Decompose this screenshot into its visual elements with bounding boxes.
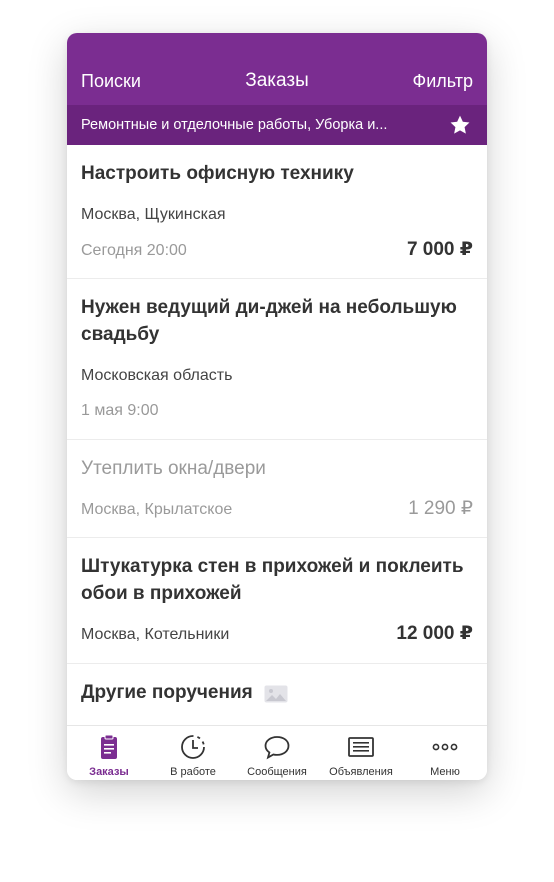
order-title: Нужен ведущий ди-джей на небольшую свадь… bbox=[81, 297, 457, 345]
order-item[interactable]: Штукатурка стен в прихожей и поклеить об… bbox=[67, 538, 487, 664]
order-location: Москва, Щукинская bbox=[81, 206, 226, 223]
app-window: Поиски Заказы Фильтр Ремонтные и отделоч… bbox=[67, 33, 487, 780]
filter-bar[interactable]: Ремонтные и отделочные работы, Уборка и.… bbox=[67, 105, 487, 145]
tab-orders[interactable]: Заказы bbox=[67, 726, 151, 780]
order-title: Утеплить окна/двери bbox=[81, 458, 266, 479]
tab-in-progress[interactable]: В работе bbox=[151, 726, 235, 780]
order-location: Москва, Крылатское bbox=[81, 501, 233, 518]
order-price: 7 000 ₽ bbox=[406, 239, 473, 260]
order-item[interactable]: Утеплить окна/двери Москва, Крылатское 1… bbox=[67, 440, 487, 538]
tab-label: Заказы bbox=[89, 766, 129, 778]
order-location: Москва, Котельники bbox=[81, 626, 230, 643]
tab-bar: Заказы В работе Сообщения Объявления Мен… bbox=[67, 725, 487, 780]
order-title: Штукатурка стен в прихожей и поклеить об… bbox=[81, 556, 464, 604]
navigation-bar: Поиски Заказы Фильтр bbox=[67, 33, 487, 105]
order-date: Сегодня 20:00 bbox=[81, 242, 187, 259]
order-item[interactable]: Другие поручения bbox=[67, 664, 487, 734]
filter-categories-text: Ремонтные и отделочные работы, Уборка и.… bbox=[81, 117, 388, 133]
tab-label: Объявления bbox=[329, 766, 393, 778]
tab-label: Меню bbox=[430, 766, 460, 778]
order-location: Московская область bbox=[81, 367, 233, 384]
order-price: 12 000 ₽ bbox=[396, 623, 473, 644]
filter-button[interactable]: Фильтр bbox=[413, 69, 473, 93]
orders-list: Настроить офисную технику Москва, Щукинс… bbox=[67, 145, 487, 734]
star-icon[interactable] bbox=[449, 114, 471, 136]
order-title: Настроить офисную технику bbox=[81, 163, 354, 184]
newspaper-icon bbox=[348, 737, 374, 757]
order-price: 1 290 ₽ bbox=[408, 498, 473, 519]
tab-messages[interactable]: Сообщения bbox=[235, 726, 319, 780]
more-dots-icon bbox=[432, 743, 458, 751]
order-item[interactable]: Нужен ведущий ди-джей на небольшую свадь… bbox=[67, 279, 487, 440]
clipboard-icon bbox=[101, 734, 117, 759]
order-item[interactable]: Настроить офисную технику Москва, Щукинс… bbox=[67, 145, 487, 279]
tab-label: Сообщения bbox=[247, 766, 307, 778]
tab-menu[interactable]: Меню bbox=[403, 726, 487, 780]
tab-label: В работе bbox=[170, 766, 216, 778]
tab-listings[interactable]: Объявления bbox=[319, 726, 403, 780]
image-icon bbox=[264, 685, 288, 703]
order-date: 1 мая 9:00 bbox=[81, 402, 159, 419]
clock-icon bbox=[181, 735, 205, 759]
chat-bubble-icon bbox=[264, 736, 290, 760]
